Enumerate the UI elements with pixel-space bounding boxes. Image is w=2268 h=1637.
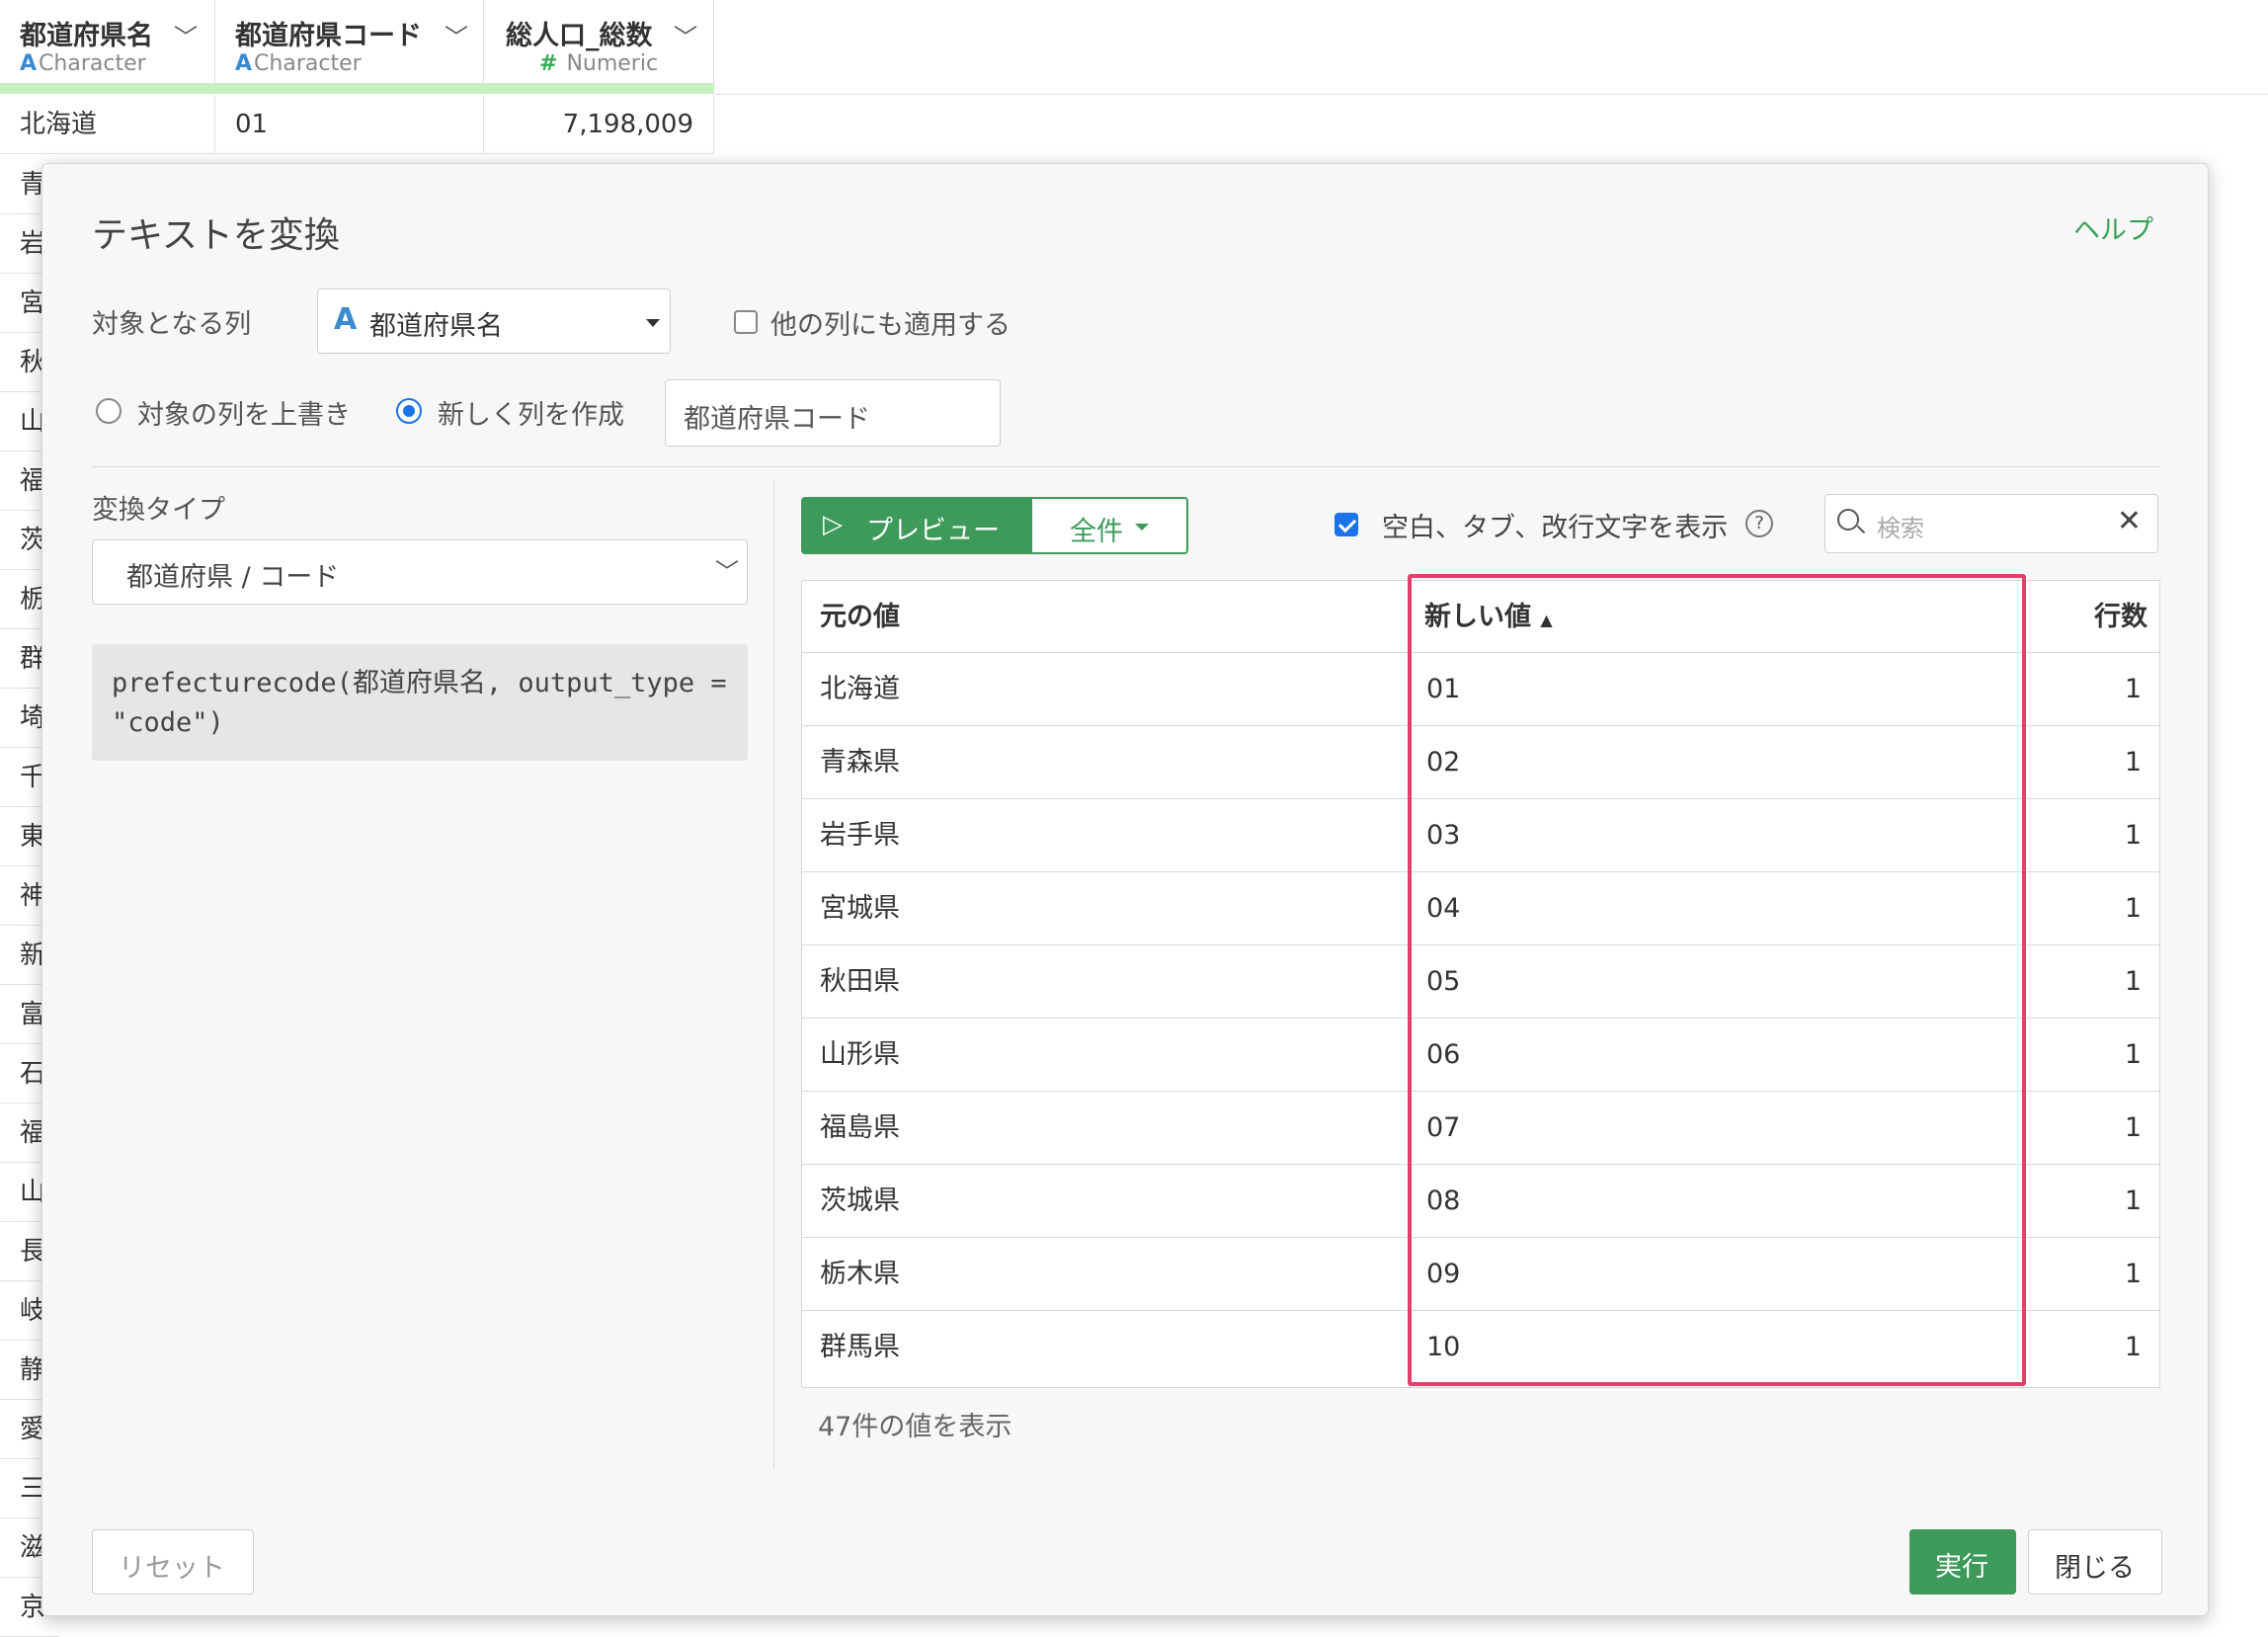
search-input[interactable]: 検索 ✕ <box>1824 494 2158 553</box>
help-circle-icon[interactable]: ? <box>1745 510 1773 537</box>
reset-button[interactable]: リセット <box>92 1529 254 1595</box>
showing-count: 47件の値を表示 <box>818 1412 1012 1442</box>
table-cell: 北海道 <box>0 95 215 154</box>
help-link[interactable]: ヘルプ <box>2073 208 2153 247</box>
table-cell-count: 1 <box>2124 1259 2142 1289</box>
show-whitespace-checkbox[interactable] <box>1335 513 1358 536</box>
table-cell-count: 1 <box>2124 893 2142 924</box>
caret-down-icon <box>646 319 660 327</box>
chevron-down-icon[interactable]: ﹀ <box>174 18 198 52</box>
table-cell-original: 福島県 <box>820 1112 900 1143</box>
column-name: 総人口_総数 <box>506 21 653 51</box>
table-cell: 7,198,009 <box>484 95 714 154</box>
header-row-count[interactable]: 行数 <box>2094 581 2147 654</box>
target-column-label: 対象となる列 <box>92 309 252 340</box>
convert-type-value: 都道府県 / コード <box>126 562 340 593</box>
column-header-prefecture-code[interactable]: 都道府県コード ﹀ ACharacter <box>215 0 484 94</box>
new-column-name-value: 都道府県コード <box>684 404 870 435</box>
table-cell-original: 宮城県 <box>820 893 900 924</box>
table-cell-count: 1 <box>2124 820 2142 851</box>
preview-button[interactable]: ▷ プレビュー <box>801 497 1030 554</box>
column-quality-bar <box>0 83 714 94</box>
target-column-select[interactable]: A 都道府県名 <box>317 288 671 354</box>
clear-icon[interactable]: ✕ <box>2117 504 2142 538</box>
character-type-icon: A <box>334 302 358 337</box>
table-row: 北海道 01 7,198,009 <box>0 95 714 154</box>
numeric-type-icon: # <box>539 51 558 76</box>
close-label: 閉じる <box>2055 1553 2135 1584</box>
table-cell-original: 岩手県 <box>820 820 900 851</box>
column-header-prefecture-name[interactable]: 都道府県名 ﹀ ACharacter <box>0 0 215 94</box>
all-rows-label: 全件 <box>1070 517 1123 547</box>
column-name: 都道府県名 <box>20 21 153 51</box>
new-column-name-input[interactable]: 都道府県コード <box>665 379 1001 447</box>
panel-divider <box>773 480 774 1468</box>
overwrite-radio[interactable] <box>96 398 122 424</box>
show-whitespace-label: 空白、タブ、改行文字を表示 <box>1382 513 1729 543</box>
search-icon <box>1837 509 1859 531</box>
all-rows-dropdown[interactable]: 全件 <box>1030 497 1188 554</box>
table-cell-original: 北海道 <box>820 674 900 704</box>
search-placeholder: 検索 <box>1877 515 1924 542</box>
overwrite-label: 対象の列を上書き <box>137 400 351 431</box>
table-cell-original: 秋田県 <box>820 966 900 997</box>
divider <box>714 94 2268 95</box>
formula-code: prefecturecode(都道府県名, output_type = "cod… <box>92 644 748 761</box>
table-cell-original: 茨城県 <box>820 1186 900 1216</box>
preview-label: プレビュー <box>866 516 1000 546</box>
table-cell-original: 栃木県 <box>820 1259 900 1289</box>
table-cell-original: 群馬県 <box>820 1332 900 1362</box>
run-label: 実行 <box>1935 1552 1988 1583</box>
table-cell-original: 山形県 <box>820 1039 900 1070</box>
table-cell-count: 1 <box>2124 966 2142 997</box>
chevron-down-icon: ﹀ <box>715 558 739 586</box>
table-cell-count: 1 <box>2124 747 2142 778</box>
column-type: # Numeric <box>539 51 659 76</box>
table-cell-count: 1 <box>2124 1186 2142 1216</box>
search-icon-handle <box>1856 525 1866 534</box>
character-type-icon: A <box>235 51 253 76</box>
column-header-population[interactable]: 総人口_総数 ﹀ # Numeric <box>484 0 714 94</box>
transform-text-dialog: テキストを変換 ヘルプ 対象となる列 A 都道府県名 他の列にも適用する 対象の… <box>41 163 2209 1616</box>
new-value-highlight <box>1408 574 2026 1386</box>
run-button[interactable]: 実行 <box>1909 1529 2016 1595</box>
table-cell-count: 1 <box>2124 1039 2142 1070</box>
apply-other-checkbox[interactable] <box>734 310 758 334</box>
close-button[interactable]: 閉じる <box>2028 1529 2162 1595</box>
reset-label: リセット <box>119 1553 225 1584</box>
column-name: 都道府県コード <box>235 21 422 51</box>
table-cell-count: 1 <box>2124 674 2142 704</box>
new-column-label: 新しく列を作成 <box>438 400 624 431</box>
column-type: ACharacter <box>235 51 362 76</box>
play-icon: ▷ <box>823 510 843 539</box>
header-original-value[interactable]: 元の値 <box>820 581 900 654</box>
chevron-down-icon[interactable]: ﹀ <box>445 18 468 52</box>
target-column-value: 都道府県名 <box>369 311 503 342</box>
table-cell-count: 1 <box>2124 1332 2142 1362</box>
chevron-down-icon[interactable]: ﹀ <box>674 18 697 52</box>
caret-down-icon <box>1135 524 1149 531</box>
apply-other-label: 他の列にも適用する <box>770 310 1011 341</box>
dialog-title: テキストを変換 <box>92 215 340 256</box>
table-cell-count: 1 <box>2124 1112 2142 1143</box>
column-type: ACharacter <box>20 51 146 76</box>
table-cell-original: 青森県 <box>820 747 900 778</box>
divider <box>92 466 2160 467</box>
character-type-icon: A <box>20 51 38 76</box>
convert-type-select[interactable]: 都道府県 / コード ﹀ <box>92 539 748 605</box>
convert-type-label: 変換タイプ <box>92 495 225 526</box>
table-cell: 01 <box>215 95 484 154</box>
new-column-radio[interactable] <box>396 398 422 424</box>
